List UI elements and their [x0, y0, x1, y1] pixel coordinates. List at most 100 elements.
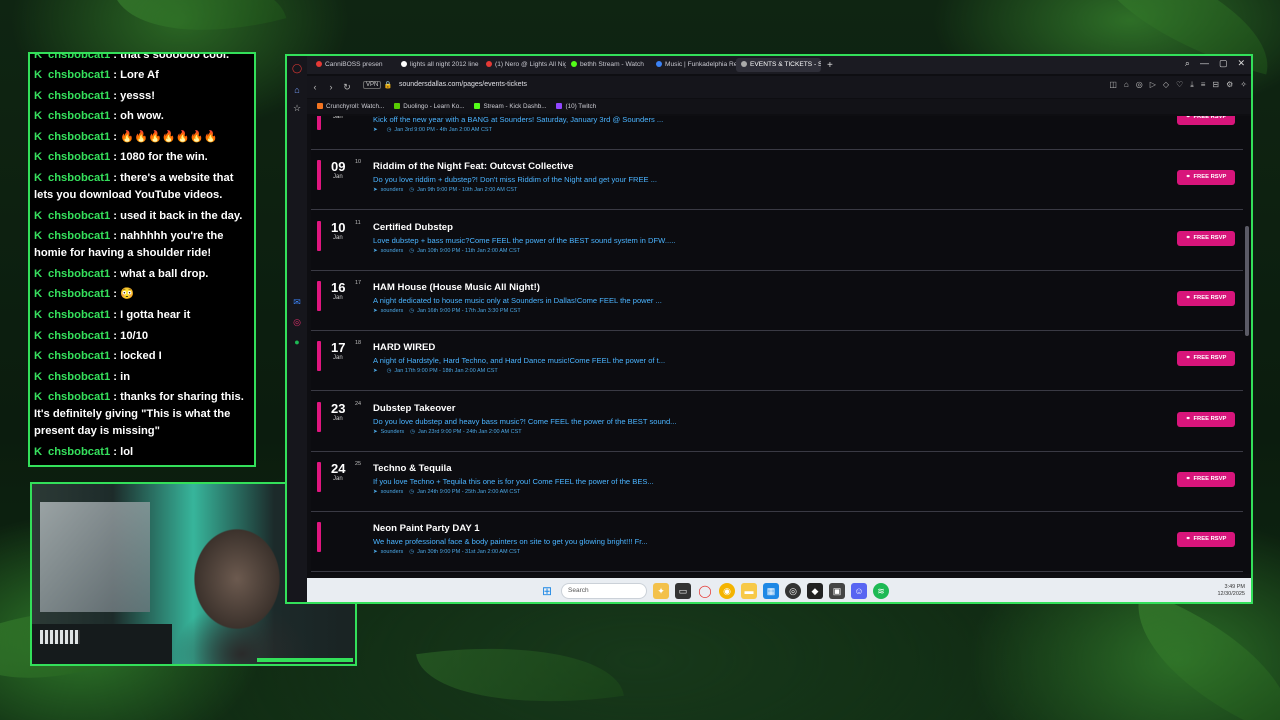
store-icon[interactable]: ▦ — [763, 583, 779, 599]
browser-tab[interactable]: Music | Funkadelphia Rec — [651, 58, 736, 72]
forward-icon[interactable]: › — [323, 82, 339, 92]
free-rsvp-button[interactable]: ⚭ FREE RSVP — [1177, 170, 1235, 186]
event-row[interactable]: 09 10 Jan Riddim of the Night Feat: Outcvst… — [311, 150, 1243, 211]
search-icon[interactable]: ⌕ — [1185, 58, 1190, 69]
task-view-icon[interactable]: ▭ — [675, 583, 691, 599]
aria-icon[interactable]: ✧ — [1240, 80, 1247, 90]
vpn-badge[interactable]: VPN — [363, 81, 382, 89]
chrome-icon[interactable]: ◉ — [719, 583, 735, 599]
file-explorer-icon[interactable]: ▬ — [741, 583, 757, 599]
opera-logo-icon[interactable]: ◯ — [291, 62, 303, 74]
chat-username[interactable]: chsbobcat1 — [48, 350, 110, 362]
chat-username[interactable]: chsbobcat1 — [48, 309, 110, 321]
windows-start-icon[interactable]: ⊞ — [539, 583, 555, 599]
free-rsvp-button[interactable]: ⚭ FREE RSVP — [1177, 351, 1235, 367]
back-icon[interactable]: ‹ — [307, 82, 323, 92]
chat-username[interactable]: chsbobcat1 — [48, 391, 110, 403]
sidebar-toggle-icon[interactable]: ⊟ — [1212, 80, 1219, 90]
browser-tab[interactable]: EVENTS & TICKETS - Sou — [736, 58, 821, 72]
event-row[interactable]: 16 17 Jan HAM House (House Music All Night!… — [311, 271, 1243, 331]
messenger-icon[interactable]: ✉ — [291, 296, 303, 308]
chat-username[interactable]: chsbobcat1 — [48, 69, 110, 81]
event-row[interactable]: Jan Kick off the new year with a BANG at … — [311, 116, 1243, 150]
page-scrollbar[interactable] — [1243, 116, 1251, 574]
event-title[interactable]: Certified Dubstep — [373, 222, 453, 233]
event-title[interactable]: Riddim of the Night Feat: Outcvst Collec… — [373, 161, 573, 172]
event-row[interactable]: Neon Paint Party DAY 1 We have profession… — [311, 512, 1243, 573]
browser-tab[interactable]: (1) Nero @ Lights All Nig — [481, 58, 566, 72]
chat-username[interactable]: chsbobcat1 — [48, 172, 110, 184]
event-row[interactable]: 17 18 Jan HARD WIRED A night of Hardstyle, H… — [311, 331, 1243, 392]
url-field[interactable]: soundersdallas.com/pages/events-tickets — [399, 81, 527, 88]
event-description[interactable]: Kick off the new year with a BANG at Sou… — [373, 116, 663, 124]
reload-icon[interactable]: ↻ — [339, 82, 355, 93]
event-row[interactable]: 23 24 Jan Dubstep Takeover Do you love dubst… — [311, 392, 1243, 452]
browser-tab[interactable]: bethh Stream - Watch — [566, 58, 651, 72]
new-tab-button[interactable]: + — [821, 60, 839, 71]
free-rsvp-button[interactable]: ⚭ FREE RSVP — [1177, 230, 1235, 246]
event-description[interactable]: Love dubstep + bass music?Come FEEL the … — [373, 236, 675, 245]
player-icon[interactable]: ▷ — [1150, 80, 1156, 90]
box-icon[interactable]: ⌂ — [1124, 80, 1129, 90]
heart-icon[interactable]: ♡ — [1176, 80, 1183, 90]
chat-username[interactable]: chsbobcat1 — [48, 131, 110, 143]
taskbar-search[interactable]: Search — [561, 583, 647, 599]
chat-username[interactable]: chsbobcat1 — [48, 371, 110, 383]
bookmark-item[interactable]: Crunchyroll: Watch... — [317, 103, 384, 110]
home-icon[interactable]: ⌂ — [291, 84, 303, 96]
snapshot-icon[interactable]: ◫ — [1109, 80, 1117, 90]
star-icon[interactable]: ☆ — [291, 102, 303, 114]
event-description[interactable]: A night dedicated to house music only at… — [373, 296, 662, 305]
flow-icon[interactable]: ◇ — [1163, 80, 1169, 90]
menu-icon[interactable]: ≡ — [1201, 80, 1206, 90]
easy-setup-icon[interactable]: ◎ — [1136, 80, 1143, 90]
instagram-icon[interactable]: ◎ — [291, 316, 303, 328]
scrollbar-thumb[interactable] — [1245, 226, 1249, 336]
chat-username[interactable]: chsbobcat1 — [48, 330, 110, 342]
event-row[interactable]: 24 25 Jan Techno & Tequila If you love Techn… — [311, 452, 1243, 512]
browser-tab[interactable]: lights all night 2012 line — [396, 58, 481, 72]
event-description[interactable]: A night of Hardstyle, Hard Techno, and H… — [373, 356, 665, 365]
free-rsvp-button[interactable]: ⚭ FREE RSVP — [1177, 532, 1235, 548]
bookmark-item[interactable]: (10) Twitch — [556, 103, 596, 110]
minimize-icon[interactable]: — — [1200, 58, 1209, 69]
event-description[interactable]: If you love Techno + Tequila this one is… — [373, 477, 654, 486]
spotify-icon[interactable]: ● — [291, 336, 303, 348]
event-title[interactable]: Neon Paint Party DAY 1 — [373, 523, 480, 534]
opera-taskbar-icon[interactable]: ◯ — [697, 583, 713, 599]
event-title[interactable]: Techno & Tequila — [373, 463, 452, 474]
spotify-taskbar-icon[interactable]: ≋ — [873, 583, 889, 599]
event-description[interactable]: Do you love dubstep and heavy bass music… — [373, 417, 677, 426]
free-rsvp-button[interactable]: ⚭ FREE RSVP — [1177, 116, 1235, 125]
download-icon[interactable]: ⤓ — [1190, 80, 1194, 90]
chat-username[interactable]: chsbobcat1 — [48, 210, 110, 222]
obs-icon[interactable]: ◎ — [785, 583, 801, 599]
free-rsvp-button[interactable]: ⚭ FREE RSVP — [1177, 471, 1235, 487]
discord-icon[interactable]: ☺ — [851, 583, 867, 599]
close-icon[interactable]: ✕ — [1237, 58, 1245, 69]
chat-username[interactable]: chsbobcat1 — [48, 90, 110, 102]
chat-username[interactable]: chsbobcat1 — [48, 230, 110, 242]
event-description[interactable]: We have professional face & body painter… — [373, 537, 648, 546]
chat-username[interactable]: chsbobcat1 — [48, 446, 110, 458]
free-rsvp-button[interactable]: ⚭ FREE RSVP — [1177, 411, 1235, 427]
widgets-icon[interactable]: ✦ — [653, 583, 669, 599]
bookmark-item[interactable]: Stream - Kick Dashb... — [474, 103, 546, 110]
app-icon[interactable]: ▣ — [829, 583, 845, 599]
chat-username[interactable]: chsbobcat1 — [48, 54, 110, 61]
event-description[interactable]: Do you love riddim + dubstep?! Don't mis… — [373, 175, 657, 184]
epic-icon[interactable]: ◆ — [807, 583, 823, 599]
bookmark-item[interactable]: Duolingo - Learn Ko... — [394, 103, 464, 110]
chat-username[interactable]: chsbobcat1 — [48, 268, 110, 280]
event-title[interactable]: HAM House (House Music All Night!) — [373, 282, 540, 293]
maximize-icon[interactable]: ▢ — [1219, 58, 1228, 69]
chat-username[interactable]: chsbobcat1 — [48, 110, 110, 122]
settings-icon[interactable]: ⚙ — [1226, 80, 1233, 90]
event-row[interactable]: 10 11 Jan Certified Dubstep Love dubstep + b… — [311, 211, 1243, 271]
free-rsvp-button[interactable]: ⚭ FREE RSVP — [1177, 290, 1235, 306]
event-title[interactable]: Dubstep Takeover — [373, 403, 455, 414]
event-title[interactable]: HARD WIRED — [373, 342, 435, 353]
browser-tab[interactable]: CanniBOSS presen — [311, 58, 396, 72]
chat-username[interactable]: chsbobcat1 — [48, 288, 110, 300]
chat-username[interactable]: chsbobcat1 — [48, 151, 110, 163]
